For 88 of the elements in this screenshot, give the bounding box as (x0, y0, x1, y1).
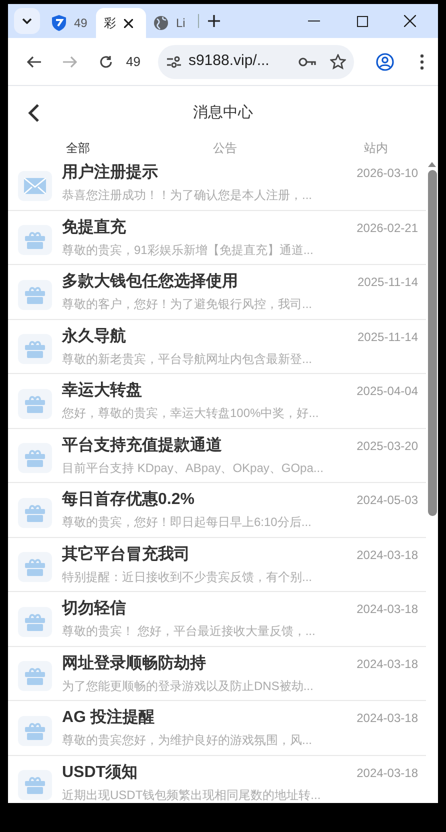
gift-icon (25, 394, 45, 413)
url-text: s9188.vip/... (188, 51, 270, 72)
menu-icon[interactable] (420, 54, 424, 70)
message-date: 2025-11-14 (358, 328, 418, 346)
message-preview: 您好，尊敬的贵宾，幸运大转盘100%中奖，好... (62, 405, 320, 422)
chevron-down-icon (22, 18, 32, 24)
message-date: 2024-03-18 (356, 601, 418, 618)
profile-icon[interactable] (376, 52, 394, 70)
message-title: 用户注册提示 (62, 162, 158, 184)
message-date: 2026-03-10 (356, 165, 418, 182)
message-preview: 特别提醒：近日接收到不少贵宾反馈，有个别... (62, 568, 314, 586)
minimize-icon (308, 20, 320, 22)
message-title: 每日首存优惠0.2% (62, 490, 194, 510)
message-preview: 尊敬的贵宾，91彩娱乐新增【免提直充】通道... (62, 242, 314, 259)
message-title: 多款大钱包任您选择使用 (62, 272, 238, 292)
message-row[interactable]: AG 投注提醒 2024-03-18 尊敬的贵宾您好，为维护良好的游戏氛围，风... (8, 701, 426, 756)
message-title: 其它平台冒充我司 (62, 544, 190, 565)
message-preview: 尊敬的贵宾，您好！即日起每日早上6:10分后... (62, 514, 312, 532)
forward-arrow-icon (63, 56, 77, 68)
page-title: 消息中心 (193, 102, 253, 123)
message-row[interactable]: 用户注册提示 2026-03-10 恭喜您注册成功！！为了确认您是本人注册，... (8, 156, 426, 210)
message-title: 网址登录顺畅防劫持 (62, 653, 206, 674)
message-date: 2024-03-18 (356, 764, 418, 782)
message-title: AG 投注提醒 (62, 707, 154, 728)
key-icon (298, 56, 316, 66)
message-date: 2024-05-03 (356, 492, 418, 510)
star-icon (330, 54, 346, 70)
gift-icon (25, 286, 45, 304)
address-bar[interactable]: s9188.vip/... (158, 44, 354, 78)
maximize-icon (356, 16, 368, 26)
message-title: 切勿轻信 (62, 598, 126, 620)
browser-tab[interactable]: Li (146, 8, 198, 38)
scrollbar-thumb[interactable] (428, 170, 437, 516)
site-settings-icon (166, 56, 182, 68)
message-title: USDT须知 (62, 762, 138, 783)
message-preview: 恭喜您注册成功！！为了确认您是本人注册，... (62, 187, 314, 204)
browser-tab[interactable]: 49 (44, 8, 96, 38)
gift-icon (25, 612, 45, 631)
close-icon (404, 15, 416, 27)
message-title: 免提直充 (62, 217, 126, 238)
message-row[interactable]: 多款大钱包任您选择使用 2025-11-14 尊敬的客户，您好！为了避免银行风控，我司... (8, 265, 426, 320)
gift-icon (25, 776, 45, 794)
message-date: 2024-03-18 (356, 546, 418, 564)
gift-icon (25, 231, 45, 250)
message-title: 平台支持充值提款通道 (62, 435, 222, 456)
tab-search-button[interactable] (14, 8, 40, 34)
message-row[interactable]: 网址登录顺畅防劫持 2024-03-18 为了您能更顺畅的登录游戏以及防止DNS被劫... (8, 646, 426, 701)
message-preview: 尊敬的客户，您好！为了避免银行风控，我司... (62, 296, 314, 314)
message-date: 2024-03-18 (356, 710, 418, 728)
message-preview: 尊敬的新老贵宾，平台导航网址内包含最新登... (62, 350, 314, 368)
message-preview: 尊敬的贵宾您好，为维护良好的游戏氛围，风... (62, 732, 314, 750)
message-title: 幸运大转盘 (62, 380, 142, 402)
message-preview: 为了您能更顺畅的登录游戏以及防止DNS被劫... (62, 678, 314, 695)
message-preview: 近期出现USDT钱包频繁出现相同尾数的地址转... (62, 786, 322, 803)
message-date: 2025-04-04 (356, 383, 418, 400)
gift-icon (25, 667, 45, 686)
message-title: 永久导航 (62, 326, 126, 347)
toolbar-text: 49 (126, 52, 140, 71)
shield-icon (52, 15, 66, 31)
message-preview: 目前平台支持 KDpay、ABpay、OKpay、GOpa... (62, 460, 324, 477)
message-date: 2025-03-20 (356, 438, 418, 455)
gift-icon (25, 340, 45, 358)
message-row[interactable]: 平台支持充值提款通道 2025-03-20 目前平台支持 KDpay、ABpay、OKpay、GOpa... (8, 428, 426, 483)
gift-icon (25, 449, 45, 468)
message-date: 2025-11-14 (358, 274, 418, 292)
message-date: 2024-03-18 (356, 656, 418, 673)
close-tab-icon[interactable] (124, 18, 133, 28)
message-row[interactable]: 切勿轻信 2024-03-18 尊敬的贵宾！ 您好，平台最近接收大量反馈，... (8, 592, 426, 646)
globe-icon (154, 16, 168, 30)
message-preview: 尊敬的贵宾！ 您好，平台最近接收大量反馈，... (62, 623, 316, 640)
chevron-left-icon (28, 103, 40, 123)
message-row[interactable]: 永久导航 2025-11-14 尊敬的新老贵宾，平台导航网址内包含最新登... (8, 320, 426, 374)
reload-icon (99, 54, 113, 68)
filter-tab[interactable]: 全部 (66, 139, 90, 157)
message-row[interactable]: USDT须知 2024-03-18 近期出现USDT钱包频繁出现相同尾数的地址转... (8, 756, 426, 803)
back-arrow-icon (27, 56, 41, 68)
message-row[interactable]: 每日首存优惠0.2% 2024-05-03 尊敬的贵宾，您好！即日起每日早上6:10分后... (8, 483, 426, 538)
gift-icon (25, 558, 45, 576)
gift-icon (25, 722, 45, 740)
envelope-icon (24, 178, 46, 194)
message-row[interactable]: 其它平台冒充我司 2024-03-18 特别提醒：近日接收到不少贵宾反馈，有个别... (8, 538, 426, 592)
message-row[interactable]: 免提直充 2026-02-21 尊敬的贵宾，91彩娱乐新增【免提直充】通道... (8, 210, 426, 265)
browser-tab[interactable]: 彩 (96, 8, 146, 38)
message-row[interactable]: 幸运大转盘 2025-04-04 您好，尊敬的贵宾，幸运大转盘100%中奖，好... (8, 374, 426, 428)
scroll-up-icon (428, 162, 436, 167)
plus-icon (208, 15, 220, 27)
message-date: 2026-02-21 (356, 220, 418, 237)
gift-icon (25, 504, 45, 522)
